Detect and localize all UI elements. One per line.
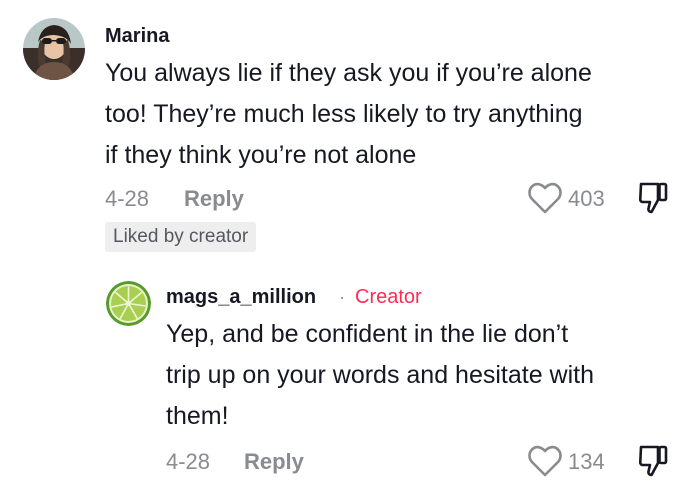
comment-text-line: if they think you’re not alone: [105, 141, 417, 169]
comment-text: You always lie if they ask you if you’re…: [105, 53, 592, 176]
avatar-marina[interactable]: [23, 18, 85, 80]
liked-by-creator-badge: Liked by creator: [105, 222, 257, 252]
profile-photo-icon: [23, 18, 85, 80]
comment-username[interactable]: mags_a_million: [166, 286, 316, 309]
dislike-button[interactable]: [637, 444, 669, 478]
like-button[interactable]: [527, 181, 563, 215]
reply-button[interactable]: Reply: [184, 186, 244, 212]
comment-text-line: too! They’re much less likely to try any…: [105, 100, 583, 128]
thumbs-down-icon: [638, 182, 668, 214]
heart-outline-icon: [528, 182, 562, 214]
comment-text: Yep, and be confident in the lie don’t t…: [166, 314, 594, 437]
separator-dot: ·: [339, 287, 345, 307]
heart-outline-icon: [528, 445, 562, 477]
comment-text-line: Yep, and be confident in the lie don’t: [166, 320, 569, 348]
comment-date: 4-28: [166, 449, 211, 474]
creator-tag: Creator: [355, 286, 422, 308]
comment-text-line: You always lie if they ask you if you’re…: [105, 59, 592, 87]
like-count: 134: [568, 449, 605, 474]
like-count: 403: [568, 186, 605, 211]
dislike-button[interactable]: [637, 181, 669, 215]
lime-slice-icon: [106, 281, 151, 326]
comment-text-line: them!: [166, 402, 229, 430]
comment-username[interactable]: Marina: [105, 25, 169, 48]
like-button[interactable]: [527, 444, 563, 478]
avatar-mags-a-million[interactable]: [106, 281, 151, 326]
comment-text-line: trip up on your words and hesitate with: [166, 361, 595, 389]
thumbs-down-icon: [638, 445, 668, 477]
reply-button[interactable]: Reply: [244, 449, 304, 475]
comment-date: 4-28: [105, 186, 150, 211]
